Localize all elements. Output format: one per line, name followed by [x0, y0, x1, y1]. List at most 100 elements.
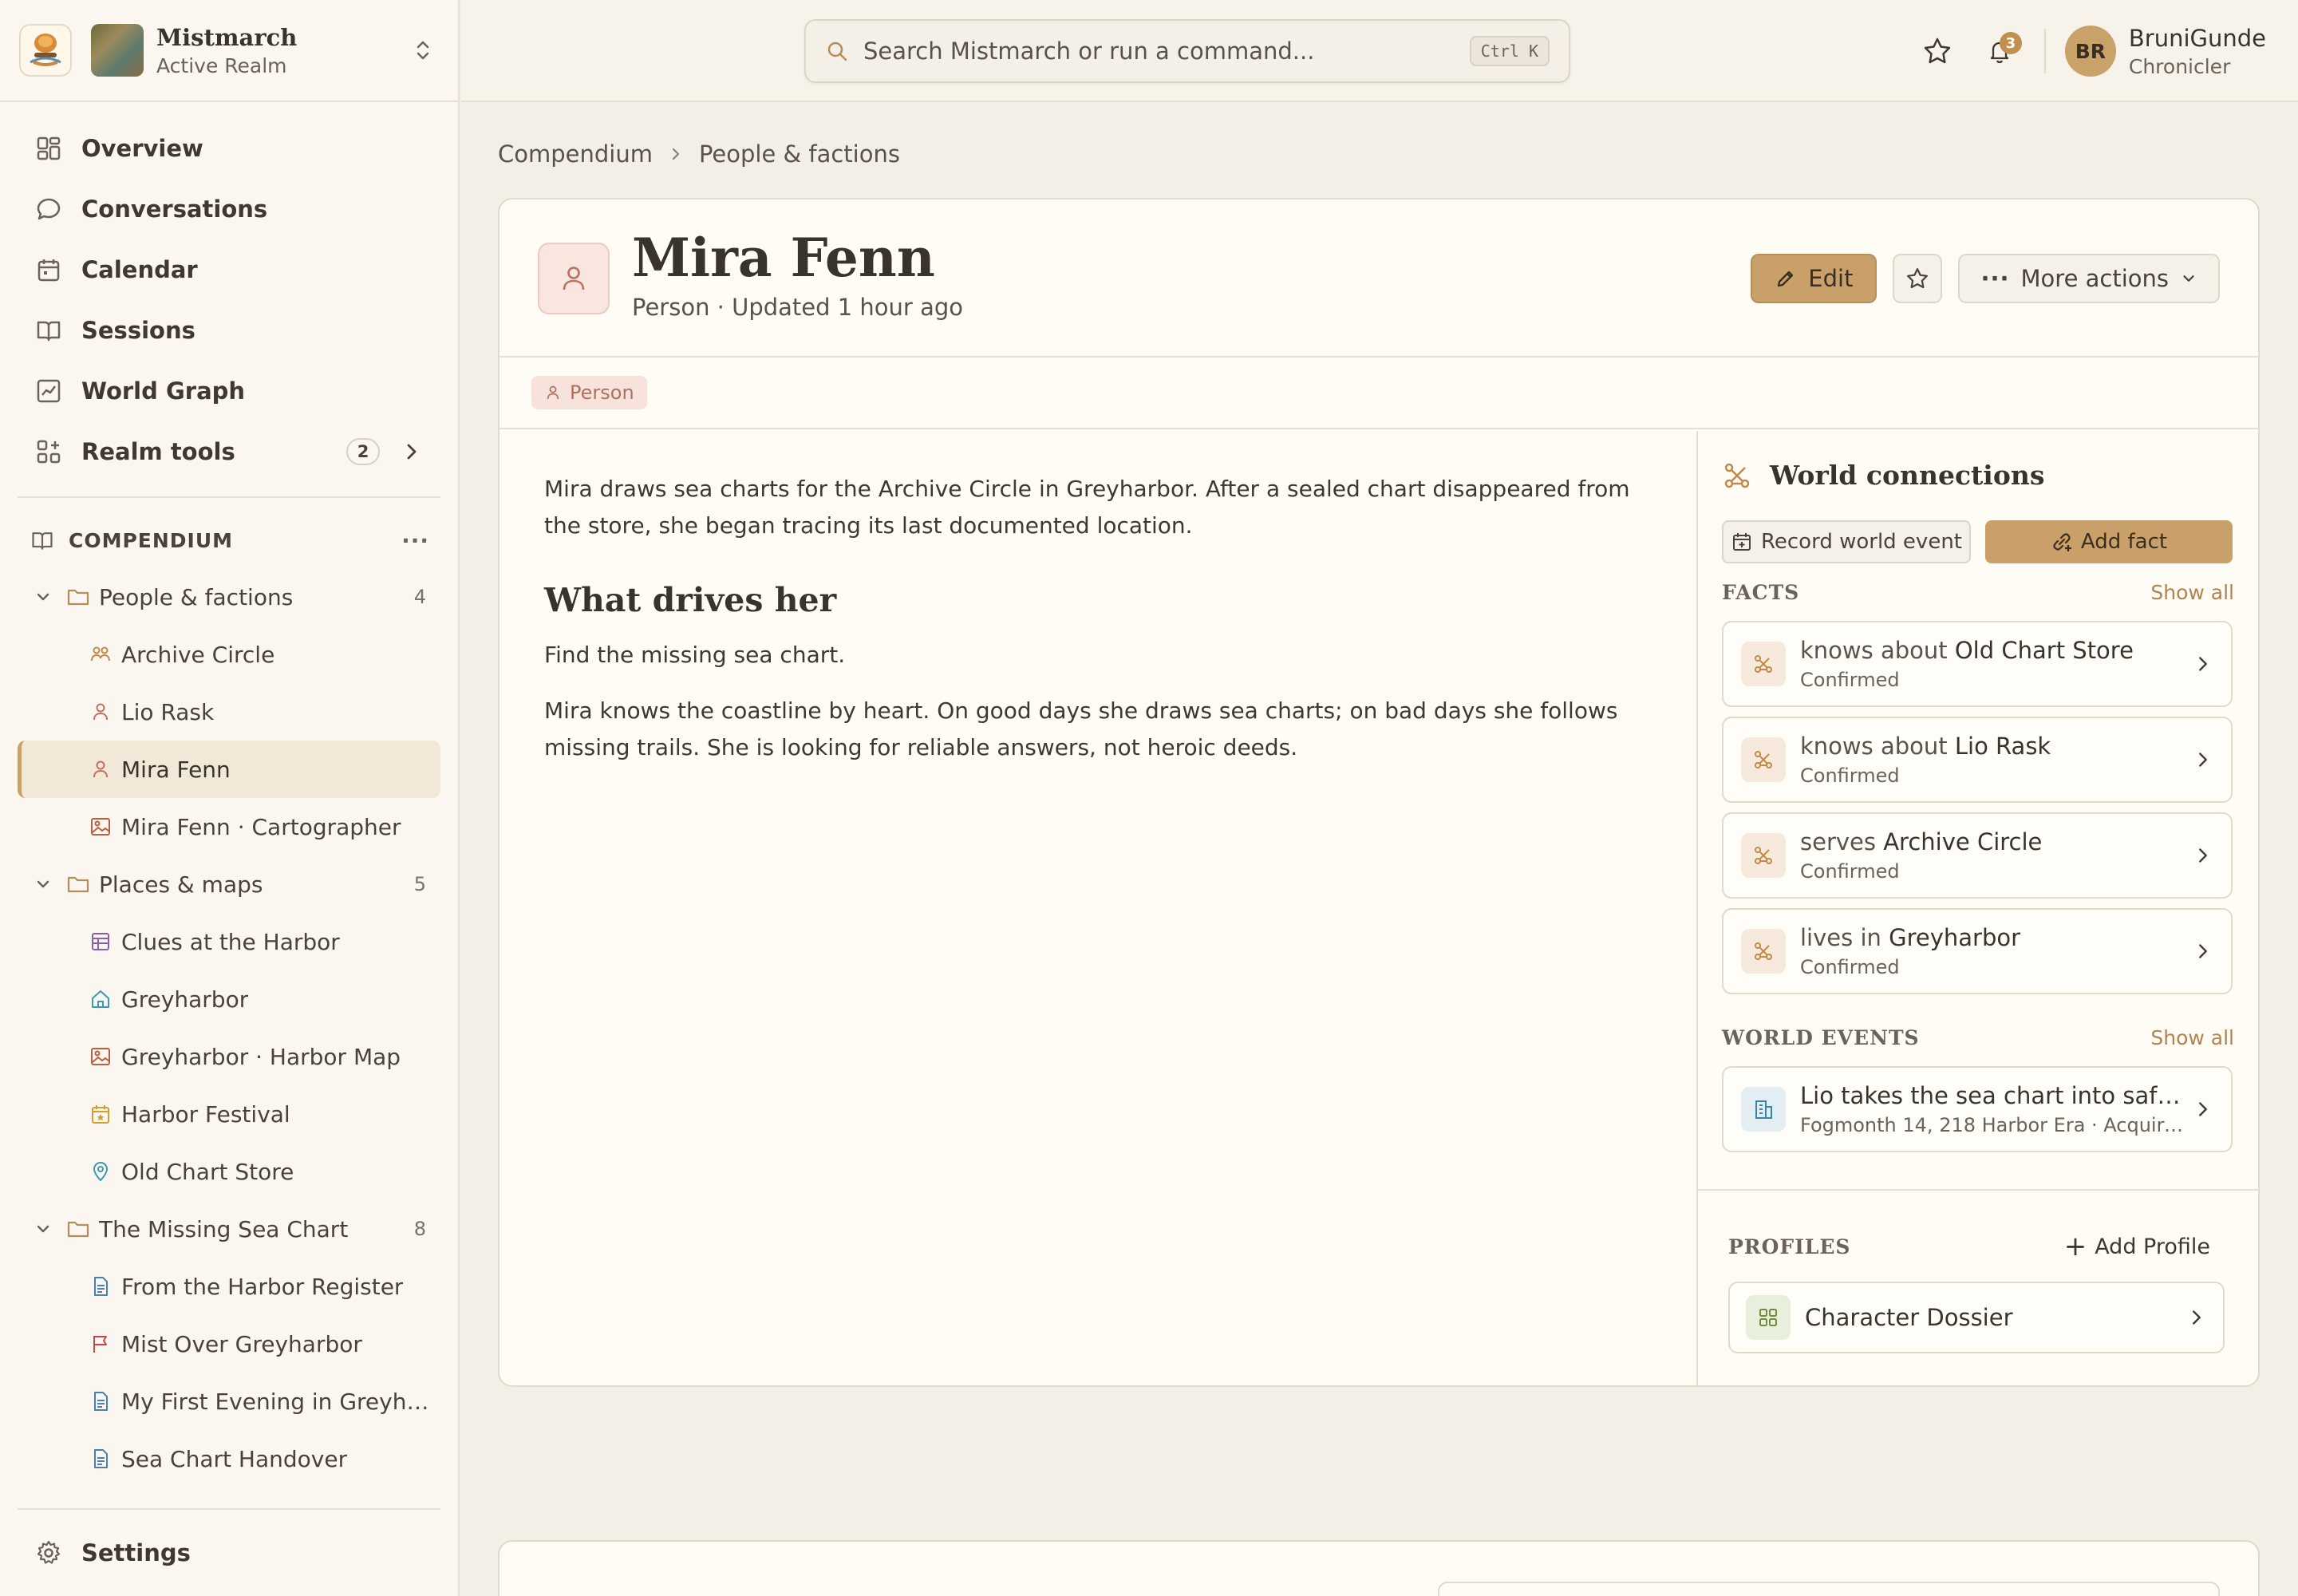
nav-item-conversations[interactable]: Conversations	[18, 179, 440, 239]
entry-drive: Find the missing sea chart.	[544, 642, 846, 668]
realm-tools-count-badge: 2	[346, 438, 380, 465]
relation-icon	[1741, 737, 1786, 782]
breadcrumb-item-people-factions[interactable]: People & factions	[699, 140, 900, 168]
folder-count: 8	[413, 1218, 426, 1240]
entry-body: Mira draws sea charts for the Archive Ci…	[544, 471, 1661, 785]
image-icon	[89, 1045, 112, 1068]
link-plus-icon	[2051, 531, 2081, 553]
app-logo	[19, 24, 72, 77]
tree-item-old-chart-store[interactable]: Old Chart Store	[18, 1143, 440, 1200]
map-pin-icon	[89, 1160, 112, 1183]
nav-label: Conversations	[81, 196, 268, 223]
tree-item-label: Greyharbor	[121, 986, 249, 1013]
connections-title: World connections	[1770, 460, 2045, 491]
tree-item-mist-over-greyharbor[interactable]: Mist Over Greyharbor	[18, 1315, 440, 1373]
user-menu[interactable]: BR BruniGunde Chronicler	[2064, 25, 2266, 78]
nav-item-settings[interactable]: Settings	[18, 1508, 440, 1596]
tag-row: Person	[499, 358, 2258, 429]
add-profile-button[interactable]: + Add Profile	[2064, 1231, 2210, 1262]
tree-item-label: Harbor Festival	[121, 1100, 290, 1128]
tree-item-archive-circle[interactable]: Archive Circle	[18, 626, 440, 683]
tree-item-label: Mist Over Greyharbor	[121, 1330, 362, 1357]
calendar-star-icon	[89, 1103, 112, 1125]
chevron-down-icon[interactable]	[34, 1219, 53, 1238]
folder-label: People & factions	[99, 583, 294, 610]
tree-item-greyharbor[interactable]: Greyharbor	[18, 970, 440, 1028]
type-tag[interactable]: Person	[531, 376, 647, 409]
nav-item-calendar[interactable]: Calendar	[18, 239, 440, 300]
folder-people-factions[interactable]: People & factions 4	[18, 568, 440, 626]
tree-item-label: Clues at the Harbor	[121, 928, 340, 955]
fact-item[interactable]: knows about Old Chart Store Confirmed	[1722, 621, 2233, 707]
command-search[interactable]: Ctrl K	[804, 19, 1570, 83]
tree-item-sea-chart-handover[interactable]: Sea Chart Handover	[18, 1430, 440, 1487]
fact-target: Greyharbor	[1889, 924, 2021, 951]
gear-icon	[35, 1539, 62, 1566]
realm-switcher[interactable]: Mistmarch Active Realm	[0, 0, 458, 102]
chevron-down-icon[interactable]	[34, 875, 53, 894]
tree-item-label: Mira Fenn	[121, 756, 231, 783]
search-input[interactable]	[863, 38, 1470, 65]
record-event-label: Record world event	[1760, 530, 1962, 554]
person-icon	[89, 701, 112, 723]
notifications-button[interactable]: 3	[1977, 29, 2022, 73]
chat-bubble-icon	[35, 196, 62, 223]
flag-icon	[89, 1333, 112, 1355]
calendar-plus-icon	[1731, 531, 1761, 553]
shortcut-hint: Ctrl K	[1469, 36, 1550, 66]
fact-target: Lio Rask	[1954, 733, 2051, 760]
dossier-icon	[1746, 1295, 1791, 1340]
entry-details: Mira knows the coastline by heart. On go…	[544, 697, 1618, 760]
tree-item-greyharbor-harbor-map[interactable]: Greyharbor · Harbor Map	[18, 1028, 440, 1085]
favorites-button[interactable]	[1915, 29, 1960, 73]
chevron-right-icon[interactable]	[401, 440, 423, 463]
tree-item-mira-fenn[interactable]: Mira Fenn	[18, 741, 440, 798]
chevron-up-down-icon[interactable]	[407, 34, 439, 66]
tree-item-mira-fenn-cartographer[interactable]: Mira Fenn · Cartographer	[18, 798, 440, 855]
folder-places-maps[interactable]: Places & maps 5	[18, 855, 440, 913]
chevron-down-icon	[2169, 270, 2197, 287]
topbar: Ctrl K 3 BR BruniGunde Chronicler	[461, 0, 2298, 102]
tree-item-label: My First Evening in Greyharbor	[121, 1388, 432, 1415]
record-world-event-button[interactable]: Record world event	[1722, 520, 1971, 563]
tree-item-from-the-harbor-register[interactable]: From the Harbor Register	[18, 1258, 440, 1315]
fact-relation: knows about	[1800, 637, 1948, 664]
fact-status: Confirmed	[1800, 764, 1900, 787]
entry-intro: Mira draws sea charts for the Archive Ci…	[544, 476, 1630, 539]
fact-status: Confirmed	[1800, 956, 1900, 978]
chevron-down-icon[interactable]	[34, 587, 53, 606]
facts-show-all-link[interactable]: Show all	[2150, 581, 2234, 604]
profiles-label: PROFILES	[1728, 1235, 1851, 1258]
more-actions-button[interactable]: ··· More actions	[1958, 254, 2220, 303]
world-event-item[interactable]: Lio takes the sea chart into safekeeping…	[1722, 1066, 2233, 1152]
nav-label: Overview	[81, 135, 203, 162]
fact-item[interactable]: lives in Greyharbor Confirmed	[1722, 908, 2233, 994]
compendium-more-button[interactable]: ···	[401, 527, 429, 554]
tree-item-lio-rask[interactable]: Lio Rask	[18, 683, 440, 741]
nav-item-world-graph[interactable]: World Graph	[18, 361, 440, 421]
favorite-button[interactable]	[1893, 254, 1943, 303]
tree-item-label: Mira Fenn · Cartographer	[121, 813, 401, 840]
edit-button[interactable]: Edit	[1751, 254, 1877, 303]
person-icon	[89, 758, 112, 780]
tree-item-label: Sea Chart Handover	[121, 1445, 348, 1472]
add-fact-button[interactable]: Add fact	[1985, 520, 2233, 563]
folder-the-missing-sea-chart[interactable]: The Missing Sea Chart 8	[18, 1200, 440, 1258]
event-title: Lio takes the sea chart into safekeeping	[1800, 1082, 2183, 1109]
tree-item-label: Greyharbor · Harbor Map	[121, 1043, 401, 1070]
tree-item-my-first-evening[interactable]: My First Evening in Greyharbor	[18, 1373, 440, 1430]
tree-item-clues-at-the-harbor[interactable]: Clues at the Harbor	[18, 913, 440, 970]
nav-item-overview[interactable]: Overview	[18, 118, 440, 179]
fact-item[interactable]: knows about Lio Rask Confirmed	[1722, 717, 2233, 803]
fact-relation: serves	[1800, 828, 1876, 855]
breadcrumb-item-compendium[interactable]: Compendium	[498, 140, 653, 168]
fact-item[interactable]: serves Archive Circle Confirmed	[1722, 812, 2233, 899]
star-icon	[1905, 267, 1929, 290]
chart-icon	[35, 377, 62, 405]
chevron-right-icon	[2193, 941, 2213, 962]
nav-item-realm-tools[interactable]: Realm tools 2	[18, 421, 440, 482]
events-show-all-link[interactable]: Show all	[2150, 1026, 2234, 1049]
tree-item-harbor-festival[interactable]: Harbor Festival	[18, 1085, 440, 1143]
nav-item-sessions[interactable]: Sessions	[18, 300, 440, 361]
profile-item[interactable]: Character Dossier	[1728, 1282, 2225, 1353]
